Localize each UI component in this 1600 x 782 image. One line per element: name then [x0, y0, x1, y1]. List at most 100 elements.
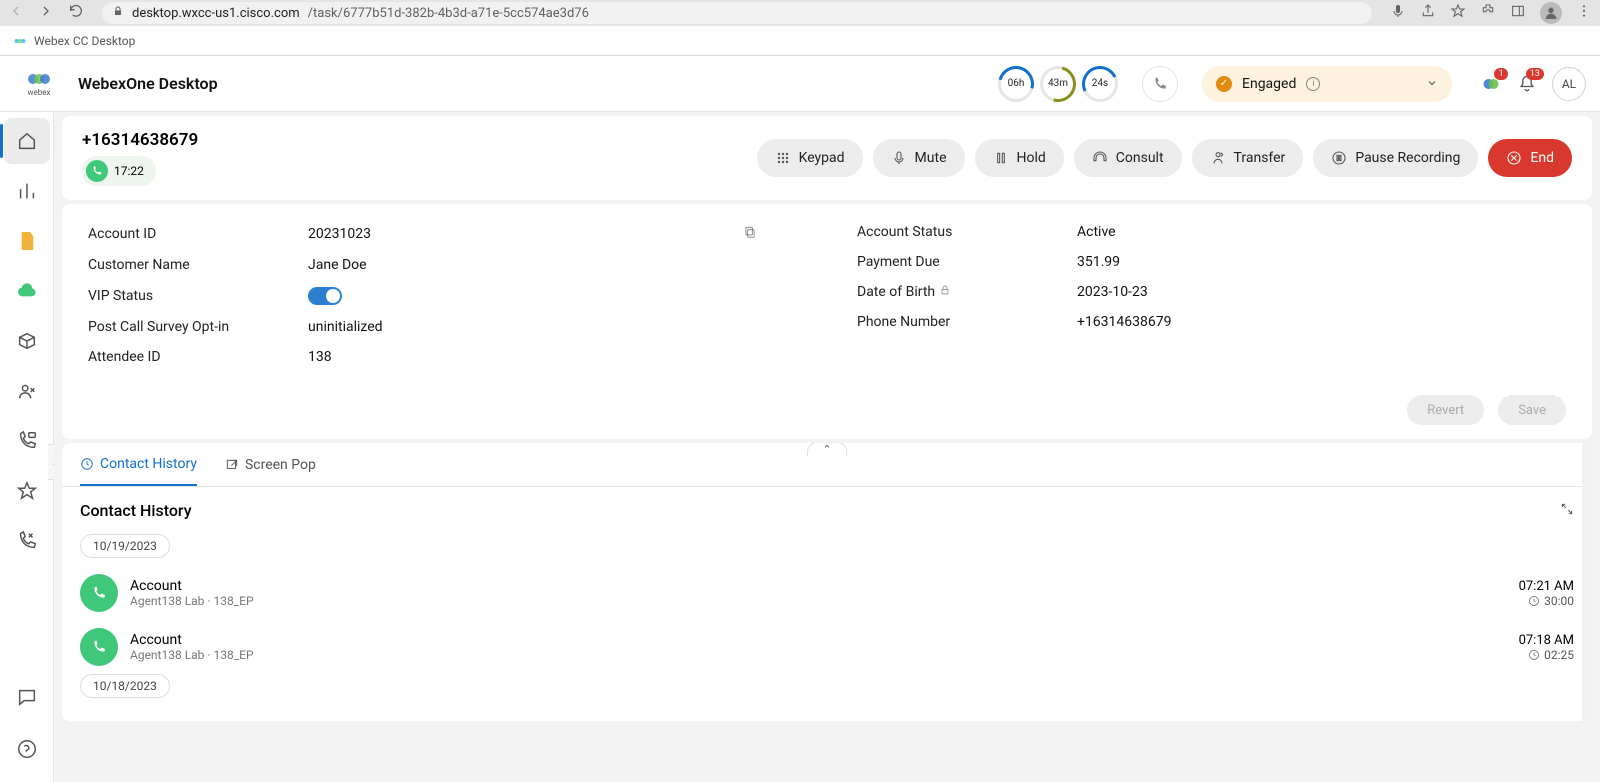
browser-toolbar: desktop.wxcc-us1.cisco.com/task/6777b51d… [0, 0, 1600, 26]
nav-home[interactable] [4, 118, 50, 164]
star-icon[interactable] [1450, 3, 1466, 23]
phone-icon [86, 160, 108, 182]
history-title: Account [130, 632, 254, 648]
forward-icon[interactable] [38, 3, 54, 23]
transfer-button[interactable]: Transfer [1192, 139, 1304, 177]
timer-hours: 06h [998, 66, 1034, 102]
mic-icon[interactable] [1390, 3, 1406, 23]
call-timer: 17:22 [82, 156, 156, 186]
field-value: uninitialized [308, 319, 383, 335]
history-item[interactable]: AccountAgent138 Lab · 138_EP 07:18 AM02:2… [80, 620, 1574, 674]
pause-recording-button[interactable]: Pause Recording [1313, 139, 1478, 177]
lock-icon [939, 284, 951, 300]
side-nav: › [0, 112, 54, 782]
status-label: Engaged [1242, 76, 1296, 92]
scrollbar[interactable] [1582, 443, 1592, 721]
save-button[interactable]: Save [1498, 395, 1566, 425]
collapse-panel-handle[interactable]: ⌃ [807, 443, 847, 456]
history-time: 07:18 AM [1519, 633, 1574, 648]
outdial-icon[interactable] [1142, 66, 1178, 102]
info-icon[interactable]: i [1306, 77, 1320, 91]
bookmark-title[interactable]: Webex CC Desktop [34, 34, 135, 48]
field-label: Post Call Survey Opt-in [88, 319, 308, 335]
agent-status-selector[interactable]: ✓ Engaged i [1202, 66, 1452, 102]
end-button[interactable]: End [1488, 139, 1572, 177]
nav-analytics[interactable] [4, 168, 50, 214]
keypad-button[interactable]: Keypad [757, 139, 863, 177]
date-chip: 10/18/2023 [80, 674, 170, 698]
field-label: VIP Status [88, 288, 308, 304]
nav-cloud[interactable] [4, 268, 50, 314]
nav-documents[interactable] [4, 218, 50, 264]
copy-icon[interactable] [743, 224, 757, 243]
field-label: Phone Number [857, 314, 1077, 330]
url-host: desktop.wxcc-us1.cisco.com [132, 6, 300, 21]
field-value: Active [1077, 224, 1116, 240]
history-subtitle: Agent138 Lab · 138_EP [130, 594, 254, 608]
address-bar[interactable]: desktop.wxcc-us1.cisco.com/task/6777b51d… [102, 2, 1372, 24]
lock-icon [112, 5, 124, 21]
nav-chat[interactable] [4, 674, 50, 720]
field-label: Date of Birth [857, 284, 1077, 300]
bookmark-favicon [12, 33, 28, 49]
state-timers: 06h 43m 24s [998, 66, 1118, 102]
field-label: Customer Name [88, 257, 308, 273]
section-heading: Contact History [80, 501, 1574, 520]
phone-icon [80, 628, 118, 666]
notifications-icon[interactable]: 13 [1516, 73, 1538, 95]
customer-details-card: Account ID20231023 Customer NameJane Doe… [62, 204, 1592, 439]
nav-callback[interactable] [4, 518, 50, 564]
url-path: /task/6777b51d-382b-4b3d-a71e-5cc574ae3d… [308, 6, 589, 21]
avatar[interactable]: AL [1552, 67, 1586, 101]
main-content: +16314638679 17:22 Keypad Mute Hold Cons… [54, 112, 1600, 782]
nav-help[interactable] [4, 726, 50, 772]
check-icon: ✓ [1216, 76, 1232, 92]
app-header: webex WebexOne Desktop 06h 43m 24s ✓ Eng… [0, 56, 1600, 112]
nav-favorites[interactable] [4, 468, 50, 514]
timer-seconds: 24s [1082, 66, 1118, 102]
webex-app-icon[interactable]: 1 [1480, 73, 1502, 95]
history-subtitle: Agent138 Lab · 138_EP [130, 648, 254, 662]
reload-icon[interactable] [68, 3, 84, 23]
panel-icon[interactable] [1510, 3, 1526, 23]
back-icon[interactable] [8, 3, 24, 23]
nav-voicemail[interactable] [4, 418, 50, 464]
field-label: Account ID [88, 226, 308, 242]
mute-button[interactable]: Mute [873, 139, 965, 177]
history-item[interactable]: AccountAgent138 Lab · 138_EP 07:21 AM30:0… [80, 566, 1574, 620]
nav-package[interactable] [4, 318, 50, 364]
field-value: 2023-10-23 [1077, 284, 1148, 300]
nav-contacts[interactable] [4, 368, 50, 414]
extensions-icon[interactable] [1480, 3, 1496, 23]
history-duration: 30:00 [1519, 594, 1574, 608]
field-label: Account Status [857, 224, 1077, 240]
vip-toggle[interactable] [308, 287, 342, 305]
field-value: 20231023 [308, 226, 371, 242]
share-icon[interactable] [1420, 3, 1436, 23]
aux-panel: ⌃ Contact History Screen Pop Contact His… [62, 443, 1592, 721]
field-value: 138 [308, 349, 332, 365]
call-control-bar: +16314638679 17:22 Keypad Mute Hold Cons… [62, 116, 1592, 200]
phone-icon [80, 574, 118, 612]
history-time: 07:21 AM [1519, 579, 1574, 594]
history-duration: 02:25 [1519, 648, 1574, 662]
expand-icon[interactable] [1560, 501, 1574, 520]
history-title: Account [130, 578, 254, 594]
field-value: +16314638679 [1077, 314, 1172, 330]
badge-count: 1 [1494, 68, 1508, 80]
field-label: Attendee ID [88, 349, 308, 365]
tab-contact-history[interactable]: Contact History [80, 443, 197, 486]
kebab-menu-icon[interactable] [1576, 3, 1592, 23]
consult-button[interactable]: Consult [1074, 139, 1182, 177]
browser-profile-icon[interactable] [1540, 2, 1562, 24]
page-title: WebexOne Desktop [78, 74, 218, 93]
badge-count: 13 [1526, 68, 1544, 80]
hold-button[interactable]: Hold [975, 139, 1064, 177]
timer-minutes: 43m [1040, 66, 1076, 102]
field-value: 351.99 [1077, 254, 1120, 270]
tab-screen-pop[interactable]: Screen Pop [225, 443, 316, 486]
revert-button[interactable]: Revert [1407, 395, 1484, 425]
field-value: Jane Doe [308, 257, 367, 273]
webex-logo: webex [14, 70, 64, 97]
bookmark-bar: Webex CC Desktop [0, 26, 1600, 56]
